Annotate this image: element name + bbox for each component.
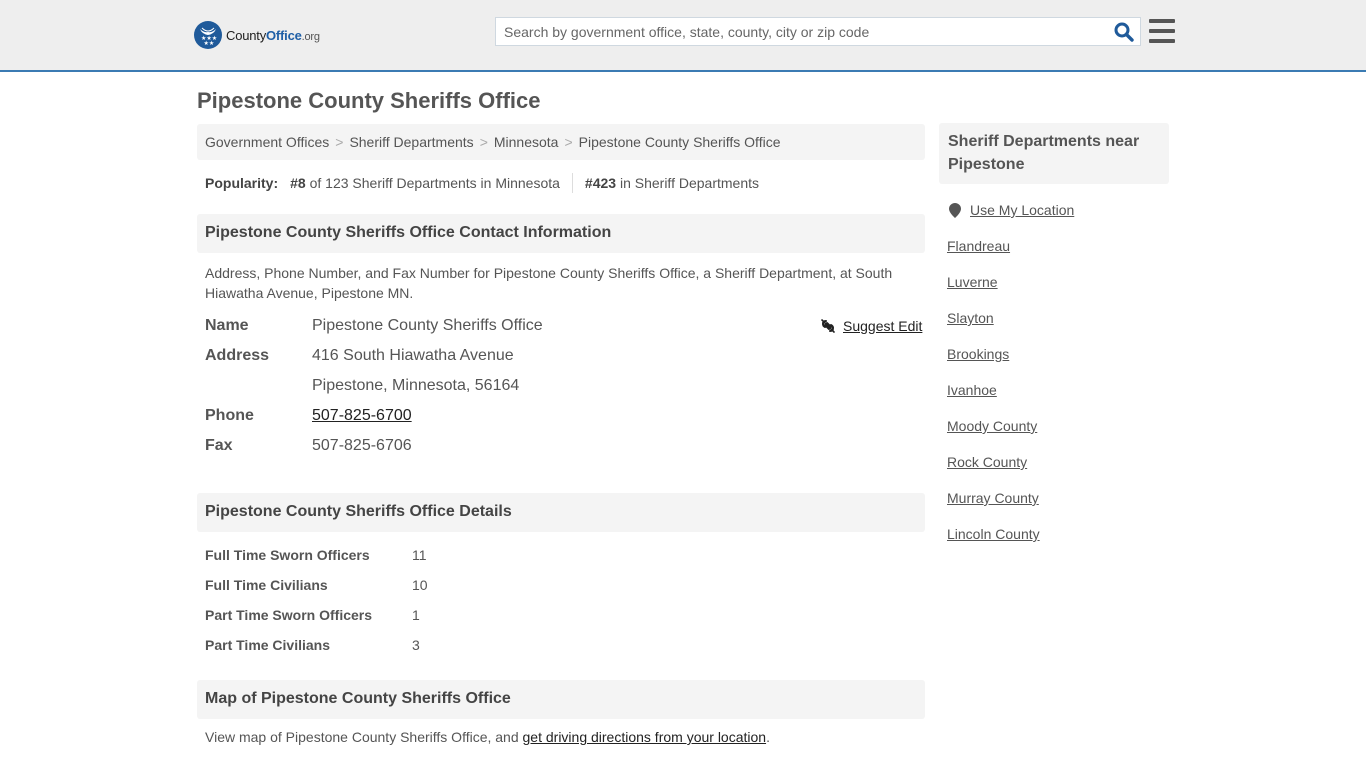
address-line1: 416 South Hiawatha Avenue [312, 347, 514, 364]
national-rank-number: #423 [584, 175, 617, 191]
menu-bar [1149, 29, 1175, 33]
address-label: Address [205, 347, 270, 364]
breadcrumb-separator: > [479, 134, 488, 150]
contact-row-address-2: Pipestone, Minnesota, 56164 [205, 371, 519, 401]
map-heading: Map of Pipestone County Sheriffs Office [197, 680, 925, 719]
detail-value: 3 [412, 637, 420, 653]
broken-link-icon [820, 318, 836, 334]
contact-row-fax: Fax 507-825-6706 [205, 431, 412, 461]
breadcrumb-minnesota[interactable]: Minnesota [494, 134, 559, 150]
nearby-link-slayton[interactable]: Slayton [947, 310, 994, 326]
detail-row: Full Time Sworn Officers 11 [205, 540, 427, 570]
breadcrumb-separator: > [335, 134, 344, 150]
popularity: Popularity: #8 of 123 Sheriff Department… [205, 173, 759, 193]
detail-value: 11 [412, 547, 427, 563]
breadcrumb: Government Offices > Sheriff Departments > M… [197, 124, 925, 160]
national-rank-text: in Sheriff Departments [616, 175, 759, 191]
detail-row: Part Time Civilians 3 [205, 630, 420, 660]
detail-value: 1 [412, 607, 420, 623]
map-description: View map of Pipestone County Sheriffs Of… [205, 729, 770, 745]
map-desc-prefix: View map of Pipestone County Sheriffs Of… [205, 729, 523, 745]
state-rank-number: #8 [290, 175, 306, 191]
popularity-label: Popularity: [205, 175, 279, 191]
nearby-link-lincoln-county[interactable]: Lincoln County [947, 526, 1040, 542]
detail-label: Full Time Sworn Officers [205, 547, 370, 563]
map-pin-icon [949, 202, 961, 218]
svg-text:★★: ★★ [204, 40, 215, 46]
contact-info-heading: Pipestone County Sheriffs Office Contact… [197, 214, 925, 253]
nearby-link-flandreau[interactable]: Flandreau [947, 238, 1010, 254]
contact-row-phone: Phone 507-825-6700 [205, 401, 412, 431]
search-button[interactable] [1108, 18, 1140, 45]
nearby-link-luverne[interactable]: Luverne [947, 274, 998, 290]
driving-directions-link[interactable]: get driving directions from your locatio… [523, 729, 767, 745]
breadcrumb-sheriff-departments[interactable]: Sheriff Departments [349, 134, 473, 150]
search-box [495, 17, 1141, 46]
popularity-national-rank: #423 in Sheriff Departments [585, 175, 759, 191]
contact-row-address: Address 416 South Hiawatha Avenue [205, 341, 514, 371]
address-line2: Pipestone, Minnesota, 56164 [312, 377, 520, 394]
suggest-edit-link[interactable]: Suggest Edit [820, 318, 922, 334]
name-label: Name [205, 317, 249, 334]
contact-row-name: Name Pipestone County Sheriffs Office [205, 311, 543, 341]
sidebar-heading: Sheriff Departments near Pipestone [939, 123, 1169, 184]
site-header: ★★★ ★★ CountyOffice.org [0, 0, 1366, 72]
nearby-link-murray-county[interactable]: Murray County [947, 490, 1039, 506]
hamburger-menu-icon[interactable] [1149, 19, 1175, 43]
logo-text: CountyOffice.org [226, 28, 320, 43]
state-rank-text: of 123 Sheriff Departments in Minnesota [305, 175, 560, 191]
nearby-link-rock-county[interactable]: Rock County [947, 454, 1027, 470]
breadcrumb-government-offices[interactable]: Government Offices [205, 134, 329, 150]
contact-description: Address, Phone Number, and Fax Number fo… [205, 265, 893, 301]
phone-link[interactable]: 507-825-6700 [312, 407, 412, 424]
detail-label: Part Time Civilians [205, 637, 331, 653]
search-icon [1114, 22, 1134, 42]
detail-label: Part Time Sworn Officers [205, 607, 373, 623]
map-desc-suffix: . [766, 729, 770, 745]
popularity-state-rank: #8 of 123 Sheriff Departments in Minneso… [290, 175, 560, 191]
fax-label: Fax [205, 437, 233, 454]
search-input[interactable] [496, 18, 1108, 45]
detail-row: Full Time Civilians 10 [205, 570, 428, 600]
page-title: Pipestone County Sheriffs Office [197, 88, 541, 113]
breadcrumb-separator: > [564, 134, 573, 150]
nearby-link-brookings[interactable]: Brookings [947, 346, 1009, 362]
logo-text-org: .org [301, 30, 320, 43]
use-my-location-label: Use My Location [970, 202, 1075, 218]
breadcrumb-current: Pipestone County Sheriffs Office [578, 134, 781, 150]
phone-label: Phone [205, 407, 254, 424]
detail-row: Part Time Sworn Officers 1 [205, 600, 420, 630]
detail-value: 10 [412, 577, 428, 593]
name-value: Pipestone County Sheriffs Office [312, 317, 543, 334]
use-my-location-link[interactable]: Use My Location [949, 202, 1074, 218]
suggest-edit-label: Suggest Edit [843, 318, 923, 334]
logo-text-office: Office [266, 27, 302, 43]
logo-text-county: County [226, 27, 266, 43]
site-logo[interactable]: ★★★ ★★ CountyOffice.org [194, 21, 320, 49]
eagle-logo-icon: ★★★ ★★ [194, 21, 222, 49]
nearby-link-moody-county[interactable]: Moody County [947, 418, 1037, 434]
nearby-link-ivanhoe[interactable]: Ivanhoe [947, 382, 997, 398]
fax-value: 507-825-6706 [312, 437, 412, 454]
popularity-divider [571, 173, 573, 193]
menu-bar [1149, 19, 1175, 23]
detail-label: Full Time Civilians [205, 577, 328, 593]
details-heading: Pipestone County Sheriffs Office Details [197, 493, 925, 532]
menu-bar [1149, 39, 1175, 43]
